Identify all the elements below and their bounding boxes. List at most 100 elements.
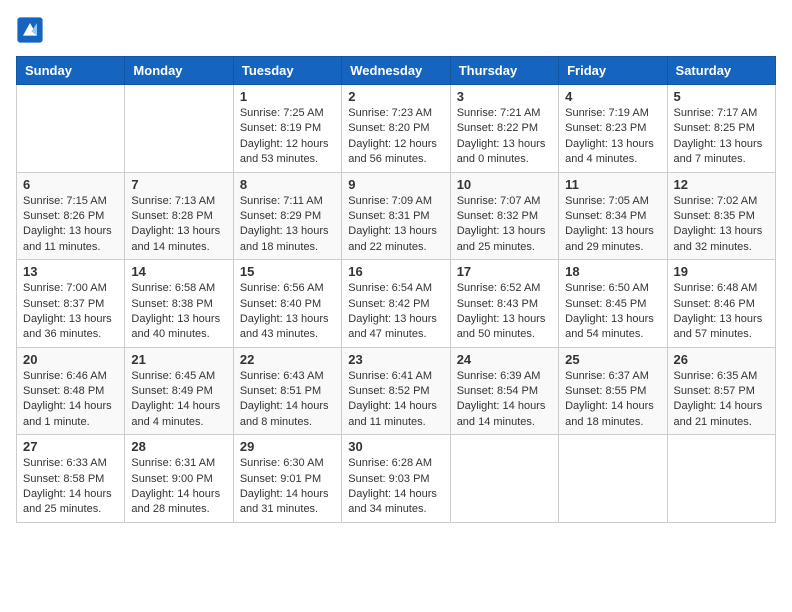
day-info: Sunrise: 7:09 AM Sunset: 8:31 PM Dayligh… bbox=[348, 194, 443, 256]
day-info: Sunrise: 7:25 AM Sunset: 8:19 PM Dayligh… bbox=[240, 106, 335, 168]
calendar-cell: 4 Sunrise: 7:19 AM Sunset: 8:23 PM Daylig… bbox=[559, 85, 667, 173]
day-info: Sunrise: 6:31 AM Sunset: 9:00 PM Dayligh… bbox=[131, 456, 226, 518]
calendar-cell: 22 Sunrise: 6:43 AM Sunset: 8:51 PM Dayli… bbox=[233, 347, 341, 435]
day-header-wednesday: Wednesday bbox=[342, 57, 450, 85]
day-info: Sunrise: 6:54 AM Sunset: 8:42 PM Dayligh… bbox=[348, 281, 443, 343]
day-number: 15 bbox=[240, 264, 335, 279]
day-number: 18 bbox=[565, 264, 660, 279]
day-info: Sunrise: 6:56 AM Sunset: 8:40 PM Dayligh… bbox=[240, 281, 335, 343]
calendar-cell: 17Sunrise: 6:52 AM Sunset: 8:43 PM Dayli… bbox=[450, 260, 558, 348]
day-number: 21 bbox=[131, 352, 226, 367]
calendar-cell: 25 Sunrise: 6:37 AM Sunset: 8:55 PM Dayli… bbox=[559, 347, 667, 435]
calendar-week-1: 1Sunrise: 7:25 AM Sunset: 8:19 PM Daylig… bbox=[17, 85, 776, 173]
calendar-cell: 16 Sunrise: 6:54 AM Sunset: 8:42 PM Dayli… bbox=[342, 260, 450, 348]
day-number: 3 bbox=[457, 89, 552, 104]
day-number: 26 bbox=[674, 352, 769, 367]
calendar-week-5: 27 Sunrise: 6:33 AM Sunset: 8:58 PM Dayli… bbox=[17, 435, 776, 523]
day-info: Sunrise: 7:21 AM Sunset: 8:22 PM Dayligh… bbox=[457, 106, 552, 168]
day-number: 19 bbox=[674, 264, 769, 279]
calendar-cell bbox=[667, 435, 775, 523]
day-info: Sunrise: 7:05 AM Sunset: 8:34 PM Dayligh… bbox=[565, 194, 660, 256]
day-info: Sunrise: 7:00 AM Sunset: 8:37 PM Dayligh… bbox=[23, 281, 118, 343]
day-info: Sunrise: 7:19 AM Sunset: 8:23 PM Dayligh… bbox=[565, 106, 660, 168]
day-number: 23 bbox=[348, 352, 443, 367]
calendar-cell: 30 Sunrise: 6:28 AM Sunset: 9:03 PM Dayli… bbox=[342, 435, 450, 523]
calendar-week-2: 6 Sunrise: 7:15 AM Sunset: 8:26 PM Daylig… bbox=[17, 172, 776, 260]
day-info: Sunrise: 6:46 AM Sunset: 8:48 PM Dayligh… bbox=[23, 369, 118, 431]
calendar-cell: 7 Sunrise: 7:13 AM Sunset: 8:28 PM Daylig… bbox=[125, 172, 233, 260]
calendar-cell: 2 Sunrise: 7:23 AM Sunset: 8:20 PM Daylig… bbox=[342, 85, 450, 173]
day-number: 2 bbox=[348, 89, 443, 104]
day-info: Sunrise: 6:28 AM Sunset: 9:03 PM Dayligh… bbox=[348, 456, 443, 518]
day-info: Sunrise: 6:35 AM Sunset: 8:57 PM Dayligh… bbox=[674, 369, 769, 431]
day-number: 17 bbox=[457, 264, 552, 279]
logo bbox=[16, 16, 48, 44]
day-number: 10 bbox=[457, 177, 552, 192]
day-info: Sunrise: 6:33 AM Sunset: 8:58 PM Dayligh… bbox=[23, 456, 118, 518]
calendar-week-3: 13 Sunrise: 7:00 AM Sunset: 8:37 PM Dayli… bbox=[17, 260, 776, 348]
day-info: Sunrise: 6:30 AM Sunset: 9:01 PM Dayligh… bbox=[240, 456, 335, 518]
calendar-cell: 13 Sunrise: 7:00 AM Sunset: 8:37 PM Dayli… bbox=[17, 260, 125, 348]
calendar-cell: 5 Sunrise: 7:17 AM Sunset: 8:25 PM Daylig… bbox=[667, 85, 775, 173]
calendar-cell bbox=[17, 85, 125, 173]
day-number: 9 bbox=[348, 177, 443, 192]
day-header-saturday: Saturday bbox=[667, 57, 775, 85]
calendar-cell: 29 Sunrise: 6:30 AM Sunset: 9:01 PM Dayli… bbox=[233, 435, 341, 523]
day-number: 25 bbox=[565, 352, 660, 367]
calendar-cell: 10 Sunrise: 7:07 AM Sunset: 8:32 PM Dayli… bbox=[450, 172, 558, 260]
day-info: Sunrise: 6:37 AM Sunset: 8:55 PM Dayligh… bbox=[565, 369, 660, 431]
calendar-cell bbox=[450, 435, 558, 523]
day-info: Sunrise: 6:48 AM Sunset: 8:46 PM Dayligh… bbox=[674, 281, 769, 343]
day-header-tuesday: Tuesday bbox=[233, 57, 341, 85]
day-info: Sunrise: 7:13 AM Sunset: 8:28 PM Dayligh… bbox=[131, 194, 226, 256]
day-info: Sunrise: 7:11 AM Sunset: 8:29 PM Dayligh… bbox=[240, 194, 335, 256]
day-header-friday: Friday bbox=[559, 57, 667, 85]
calendar-cell: 26 Sunrise: 6:35 AM Sunset: 8:57 PM Dayli… bbox=[667, 347, 775, 435]
day-number: 13 bbox=[23, 264, 118, 279]
calendar-cell: 24Sunrise: 6:39 AM Sunset: 8:54 PM Dayli… bbox=[450, 347, 558, 435]
calendar-table: SundayMondayTuesdayWednesdayThursdayFrid… bbox=[16, 56, 776, 523]
day-number: 16 bbox=[348, 264, 443, 279]
calendar-cell: 1Sunrise: 7:25 AM Sunset: 8:19 PM Daylig… bbox=[233, 85, 341, 173]
day-info: Sunrise: 7:15 AM Sunset: 8:26 PM Dayligh… bbox=[23, 194, 118, 256]
calendar-cell: 15 Sunrise: 6:56 AM Sunset: 8:40 PM Dayli… bbox=[233, 260, 341, 348]
calendar-cell: 28Sunrise: 6:31 AM Sunset: 9:00 PM Dayli… bbox=[125, 435, 233, 523]
day-number: 24 bbox=[457, 352, 552, 367]
day-number: 5 bbox=[674, 89, 769, 104]
day-info: Sunrise: 7:02 AM Sunset: 8:35 PM Dayligh… bbox=[674, 194, 769, 256]
calendar-cell: 20 Sunrise: 6:46 AM Sunset: 8:48 PM Dayli… bbox=[17, 347, 125, 435]
day-number: 29 bbox=[240, 439, 335, 454]
calendar-cell: 18Sunrise: 6:50 AM Sunset: 8:45 PM Dayli… bbox=[559, 260, 667, 348]
day-header-sunday: Sunday bbox=[17, 57, 125, 85]
day-info: Sunrise: 6:43 AM Sunset: 8:51 PM Dayligh… bbox=[240, 369, 335, 431]
calendar-cell: 9 Sunrise: 7:09 AM Sunset: 8:31 PM Daylig… bbox=[342, 172, 450, 260]
day-number: 4 bbox=[565, 89, 660, 104]
day-header-thursday: Thursday bbox=[450, 57, 558, 85]
day-number: 22 bbox=[240, 352, 335, 367]
calendar-cell: 27 Sunrise: 6:33 AM Sunset: 8:58 PM Dayli… bbox=[17, 435, 125, 523]
calendar-header-row: SundayMondayTuesdayWednesdayThursdayFrid… bbox=[17, 57, 776, 85]
calendar-cell: 19 Sunrise: 6:48 AM Sunset: 8:46 PM Dayli… bbox=[667, 260, 775, 348]
calendar-cell: 12Sunrise: 7:02 AM Sunset: 8:35 PM Dayli… bbox=[667, 172, 775, 260]
day-number: 8 bbox=[240, 177, 335, 192]
calendar-cell bbox=[559, 435, 667, 523]
day-number: 6 bbox=[23, 177, 118, 192]
calendar-cell bbox=[125, 85, 233, 173]
day-number: 14 bbox=[131, 264, 226, 279]
day-number: 27 bbox=[23, 439, 118, 454]
calendar-week-4: 20 Sunrise: 6:46 AM Sunset: 8:48 PM Dayli… bbox=[17, 347, 776, 435]
day-info: Sunrise: 7:07 AM Sunset: 8:32 PM Dayligh… bbox=[457, 194, 552, 256]
day-info: Sunrise: 6:45 AM Sunset: 8:49 PM Dayligh… bbox=[131, 369, 226, 431]
day-info: Sunrise: 6:58 AM Sunset: 8:38 PM Dayligh… bbox=[131, 281, 226, 343]
calendar-cell: 6 Sunrise: 7:15 AM Sunset: 8:26 PM Daylig… bbox=[17, 172, 125, 260]
calendar-cell: 14 Sunrise: 6:58 AM Sunset: 8:38 PM Dayli… bbox=[125, 260, 233, 348]
day-info: Sunrise: 7:17 AM Sunset: 8:25 PM Dayligh… bbox=[674, 106, 769, 168]
page-header bbox=[16, 16, 776, 44]
day-header-monday: Monday bbox=[125, 57, 233, 85]
day-number: 30 bbox=[348, 439, 443, 454]
calendar-cell: 11Sunrise: 7:05 AM Sunset: 8:34 PM Dayli… bbox=[559, 172, 667, 260]
day-number: 7 bbox=[131, 177, 226, 192]
day-info: Sunrise: 7:23 AM Sunset: 8:20 PM Dayligh… bbox=[348, 106, 443, 168]
day-number: 20 bbox=[23, 352, 118, 367]
calendar-cell: 23Sunrise: 6:41 AM Sunset: 8:52 PM Dayli… bbox=[342, 347, 450, 435]
